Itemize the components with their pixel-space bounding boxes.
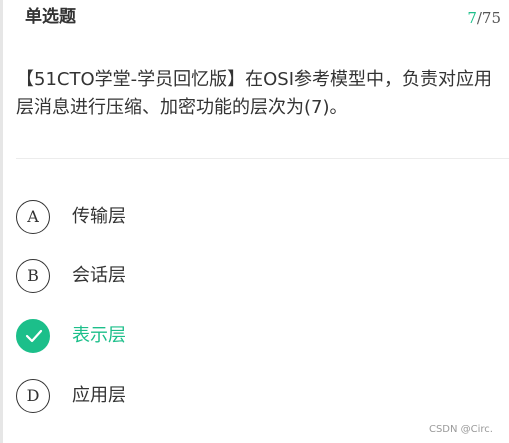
question-type-label: 单选题 xyxy=(25,7,76,27)
divider xyxy=(16,158,509,159)
option-d-label: 应用层 xyxy=(72,385,126,406)
option-d[interactable]: D 应用层 xyxy=(16,377,416,417)
watermark: CSDN @Circ. xyxy=(428,424,493,435)
option-a-label: 传输层 xyxy=(72,206,126,227)
option-d-badge: D xyxy=(16,379,50,413)
option-a[interactable]: A 传输层 xyxy=(16,198,416,238)
option-c-badge xyxy=(16,319,50,353)
question-text: 【51CTO学堂-学员回忆版】在OSI参考模型中，负责对应用层消息进行压缩、加密… xyxy=(16,69,493,118)
check-icon xyxy=(25,329,43,343)
option-c[interactable]: 表示层 xyxy=(16,317,416,357)
progress-current: 7 xyxy=(467,9,477,27)
option-b[interactable]: B 会话层 xyxy=(16,257,416,297)
option-b-label: 会话层 xyxy=(72,265,126,286)
progress-total: /75 xyxy=(476,9,501,27)
left-border xyxy=(0,0,3,443)
option-c-label: 表示层 xyxy=(72,325,126,346)
option-b-badge: B xyxy=(16,259,50,293)
question-header: 单选题 7/75 xyxy=(0,0,509,36)
question-progress: 7/75 xyxy=(467,8,501,28)
option-a-badge: A xyxy=(16,200,50,234)
